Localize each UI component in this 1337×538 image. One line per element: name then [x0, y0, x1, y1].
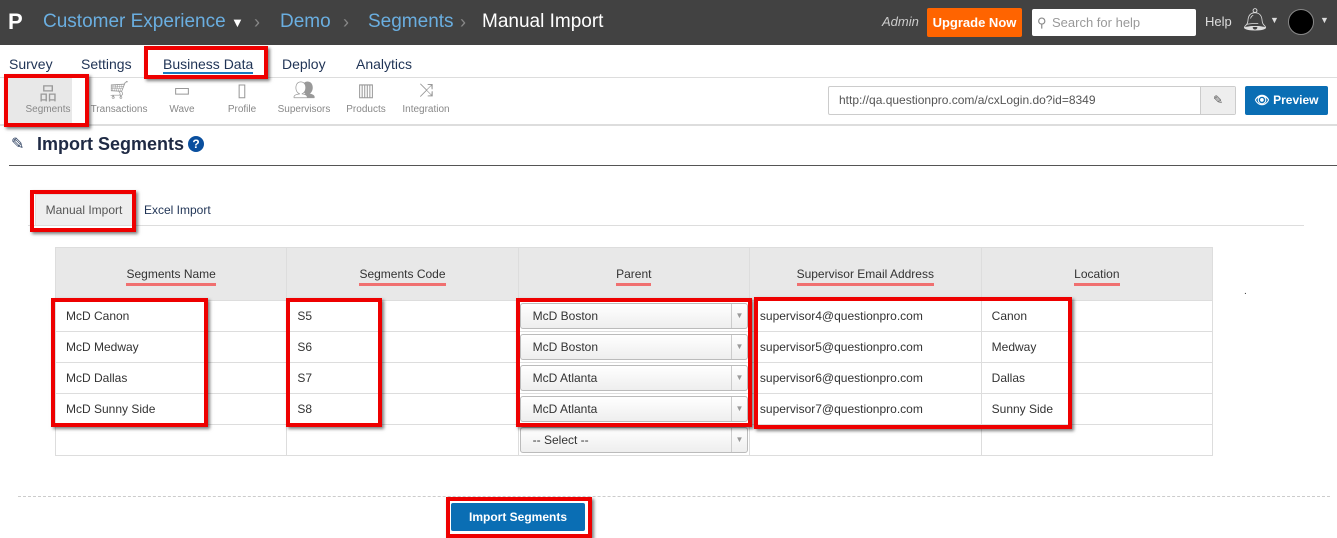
- role-label: Admin: [882, 14, 919, 29]
- dropdown-arrow-icon: ▼: [730, 428, 747, 452]
- tool-wave[interactable]: ▭ Wave: [151, 80, 213, 115]
- header-label: Supervisor Email Address: [796, 267, 934, 286]
- tool-products[interactable]: ▥ Products: [335, 80, 397, 115]
- preview-button[interactable]: 👁︎ Preview: [1245, 86, 1328, 115]
- tool-transactions[interactable]: 🛒︎ Transactions: [88, 80, 150, 115]
- tool-integration[interactable]: ⤨ Integration: [395, 80, 457, 115]
- pencil-icon[interactable]: ✎: [1200, 87, 1235, 114]
- dot: .: [1244, 286, 1247, 297]
- chevron-icon: ›: [254, 12, 260, 32]
- eye-icon: 👁︎: [1254, 93, 1270, 107]
- annotation-box: [144, 46, 268, 79]
- help-icon[interactable]: ?: [188, 136, 204, 152]
- avatar[interactable]: [1288, 9, 1314, 35]
- header-label: Segments Code: [359, 267, 446, 286]
- tool-supervisors[interactable]: 👥︎ Supervisors: [273, 80, 335, 115]
- chevron-icon: ›: [460, 12, 466, 32]
- tab-settings[interactable]: Settings: [81, 56, 132, 72]
- header-cell: Parent: [517, 247, 750, 301]
- edit-icon: ✎: [11, 136, 25, 153]
- header-label: Location: [1074, 267, 1120, 286]
- table-cell[interactable]: [54, 424, 288, 456]
- breadcrumb-segments[interactable]: Segments: [368, 11, 454, 33]
- annotation-box: [516, 298, 752, 427]
- search-placeholder: Search for help: [1052, 15, 1141, 30]
- annotation-box: [754, 297, 1072, 429]
- table-header: Segments Name Segments Code Parent Super…: [54, 247, 1214, 301]
- annotation-box: [446, 497, 592, 538]
- annotation-box: [51, 298, 208, 427]
- divider: [28, 225, 1304, 226]
- tool-label: Transactions: [90, 104, 148, 115]
- tab-deploy[interactable]: Deploy: [282, 56, 326, 72]
- table-cell[interactable]: [286, 424, 519, 456]
- breadcrumb-current: Manual Import: [482, 11, 604, 32]
- barcode-icon: ▥: [357, 80, 375, 100]
- tool-profile[interactable]: ▯ Profile: [211, 80, 273, 115]
- caret-down-icon: ▼: [230, 15, 244, 30]
- product-dropdown[interactable]: Customer Experience ▼: [43, 11, 244, 33]
- table-cell[interactable]: [748, 424, 982, 456]
- people-icon: 👥︎: [292, 80, 316, 100]
- annotation-box: [30, 190, 136, 232]
- product-label: Customer Experience: [43, 11, 226, 32]
- table-cell: -- Select -- ▼: [517, 424, 750, 456]
- url-text: http://qa.questionpro.com/a/cxLogin.do?i…: [839, 93, 1096, 107]
- tab-survey[interactable]: Survey: [9, 56, 53, 72]
- table-row: -- Select -- ▼: [54, 424, 1214, 456]
- annotation-box: [4, 74, 89, 127]
- tab-excel-import[interactable]: Excel Import: [144, 203, 211, 217]
- caret-down-icon[interactable]: ▼: [1270, 15, 1279, 25]
- annotation-box: [286, 298, 382, 427]
- select-value: -- Select --: [532, 433, 589, 447]
- divider: [0, 124, 1337, 126]
- parent-select[interactable]: -- Select -- ▼: [519, 427, 748, 453]
- logo[interactable]: P: [8, 9, 23, 35]
- header-label: Segments Name: [126, 267, 216, 286]
- divider: [18, 496, 1330, 497]
- table-cell[interactable]: [980, 424, 1214, 456]
- tool-label: Wave: [169, 104, 195, 115]
- header-label: Parent: [616, 267, 652, 286]
- header-cell: Supervisor Email Address: [748, 247, 982, 301]
- tab-analytics[interactable]: Analytics: [356, 56, 412, 72]
- search-input[interactable]: ⚲ Search for help: [1032, 9, 1196, 36]
- header-cell: Location: [980, 247, 1214, 301]
- breadcrumb-demo[interactable]: Demo: [280, 11, 331, 33]
- header-cell: Segments Code: [286, 247, 519, 301]
- tool-label: Integration: [402, 104, 450, 115]
- caret-down-icon[interactable]: ▼: [1320, 15, 1329, 25]
- preview-label: Preview: [1273, 93, 1319, 107]
- tool-label: Products: [346, 104, 386, 115]
- search-icon: ⚲: [1037, 15, 1047, 30]
- profile-icon: ▯: [237, 80, 247, 100]
- shuffle-icon: ⤨: [418, 80, 434, 100]
- divider: [9, 165, 1337, 166]
- bell-icon[interactable]: 🔔︎: [1241, 7, 1269, 33]
- chevron-icon: ›: [343, 12, 349, 32]
- tool-label: Supervisors: [277, 104, 331, 115]
- cart-icon: 🛒︎: [107, 80, 131, 100]
- page-title: Import Segments: [37, 134, 185, 154]
- upgrade-button[interactable]: Upgrade Now: [927, 8, 1022, 37]
- tool-label: Profile: [227, 104, 257, 115]
- survey-url-field[interactable]: http://qa.questionpro.com/a/cxLogin.do?i…: [828, 86, 1236, 115]
- help-link[interactable]: Help: [1205, 14, 1232, 29]
- header-cell: Segments Name: [54, 247, 288, 301]
- monitor-chart-icon: ▭: [173, 80, 191, 100]
